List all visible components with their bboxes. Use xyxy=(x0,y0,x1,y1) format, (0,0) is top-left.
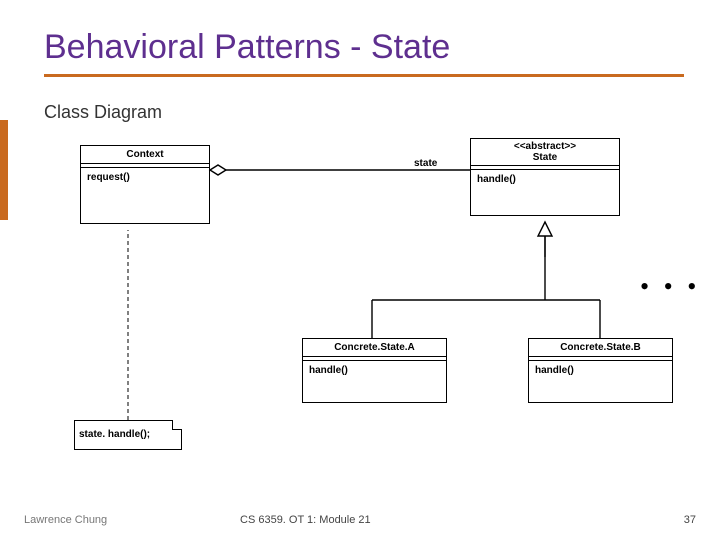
class-state: <<abstract>> State handle() xyxy=(470,138,620,216)
subtitle: Class Diagram xyxy=(44,102,162,123)
note-fold-icon xyxy=(172,420,182,430)
class-concrete-a-name: Concrete.State.A xyxy=(303,339,446,357)
footer-course: CS 6359. OT 1: Module 21 xyxy=(240,514,371,526)
page-title: Behavioral Patterns - State xyxy=(44,28,450,67)
connectors xyxy=(0,0,720,540)
note-text: state. handle(); xyxy=(79,429,150,440)
class-state-title: State xyxy=(475,152,615,163)
class-state-op: handle() xyxy=(471,170,619,215)
ellipsis-icon: • • • xyxy=(640,272,700,302)
footer-author: Lawrence Chung xyxy=(24,514,107,526)
class-concrete-b-name: Concrete.State.B xyxy=(529,339,672,357)
class-state-name: <<abstract>> State xyxy=(471,139,619,166)
class-concrete-a: Concrete.State.A handle() xyxy=(302,338,447,403)
class-state-stereo: <<abstract>> xyxy=(475,141,615,152)
footer-page: 37 xyxy=(684,514,696,526)
class-concrete-b-op: handle() xyxy=(529,361,672,402)
accent-sidebar xyxy=(0,120,8,220)
class-concrete-a-op: handle() xyxy=(303,361,446,402)
class-context: Context request() xyxy=(80,145,210,224)
class-context-op: request() xyxy=(81,168,209,223)
note-box: state. handle(); xyxy=(74,420,182,450)
title-underline xyxy=(44,74,684,77)
class-concrete-b: Concrete.State.B handle() xyxy=(528,338,673,403)
class-context-name: Context xyxy=(81,146,209,164)
association-label: state xyxy=(414,158,437,169)
